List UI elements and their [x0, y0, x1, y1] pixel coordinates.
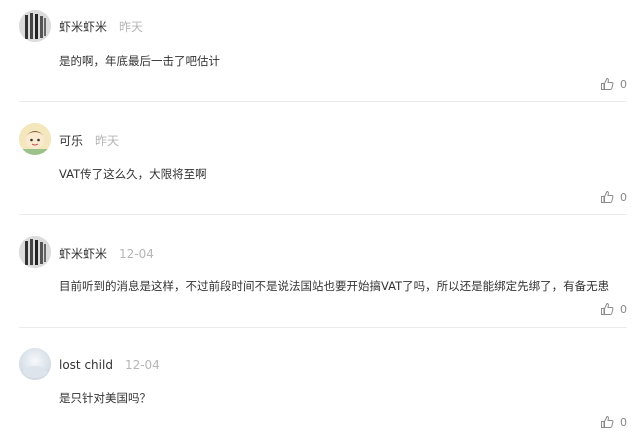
comment-text: 是的啊，年底最后一击了吧估计	[59, 54, 220, 68]
comment-author[interactable]: 虾米虾米 12-04	[59, 245, 154, 262]
bars-avatar-icon	[19, 10, 51, 42]
like-button[interactable]: 0	[600, 190, 627, 204]
comment-time: 昨天	[95, 134, 120, 148]
bars-avatar-icon	[19, 236, 51, 268]
comment-author[interactable]: lost child 12-04	[59, 358, 160, 372]
like-count: 0	[620, 415, 627, 429]
like-button[interactable]: 0	[600, 415, 627, 429]
comment-author[interactable]: 可乐 昨天	[59, 132, 119, 149]
thumbs-up-icon	[601, 415, 614, 428]
comment-time: 12-04	[119, 247, 154, 261]
comment-item: 虾米虾米 昨天 是的啊，年底最后一击了吧估计 0	[0, 0, 640, 101]
comment-author[interactable]: 虾米虾米 昨天	[59, 18, 143, 35]
comment-text: 是只针对美国吗？	[59, 391, 151, 405]
divider	[19, 101, 627, 102]
avatar[interactable]	[19, 236, 51, 268]
comment-time: 12-04	[124, 358, 160, 372]
like-count: 0	[620, 190, 627, 204]
plain-avatar-icon	[19, 348, 51, 380]
comment-item: lost child 12-04 是只针对美国吗？ 0	[0, 340, 640, 438]
cartoon-avatar-icon	[19, 123, 51, 155]
thumbs-up-icon	[601, 302, 614, 315]
divider	[19, 327, 627, 328]
comment-time: 昨天	[119, 20, 144, 34]
comment-item: 虾米虾米 12-04 目前听到的消息是这样，不过前段时间不是说法国站也要开始搞VA…	[0, 227, 640, 327]
comment-item: 可乐 昨天 VAT传了这么久，大限将至啊 0	[0, 114, 640, 214]
avatar[interactable]	[19, 123, 51, 155]
like-button[interactable]: 0	[600, 302, 627, 316]
avatar[interactable]	[19, 10, 51, 42]
avatar[interactable]	[19, 348, 51, 380]
divider	[19, 214, 627, 215]
thumbs-up-icon	[601, 190, 614, 203]
comment-text: VAT传了这么久，大限将至啊	[59, 167, 207, 181]
like-count: 0	[620, 302, 627, 316]
like-button[interactable]: 0	[600, 77, 627, 91]
thumbs-up-icon	[601, 77, 614, 90]
comment-text: 目前听到的消息是这样，不过前段时间不是说法国站也要开始搞VAT了吗，所以还是能绑…	[59, 279, 610, 293]
like-count: 0	[620, 77, 627, 91]
